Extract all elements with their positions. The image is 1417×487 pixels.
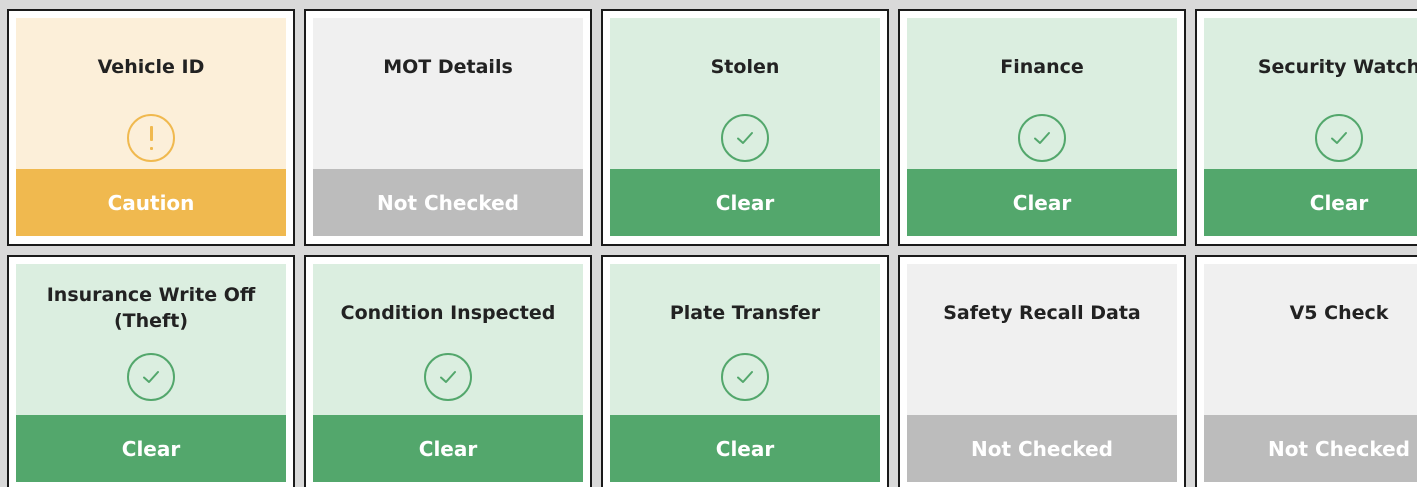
check-cell-insurance-write-off: Insurance Write Off (Theft) Clear (7, 255, 295, 487)
check-title: Vehicle ID (97, 56, 205, 78)
check-cell-mot-details: MOT Details Not Checked (304, 9, 592, 246)
status-badge: Not Checked (313, 169, 583, 236)
status-badge: Not Checked (907, 415, 1177, 482)
exclamation-icon (127, 114, 175, 162)
card-top: MOT Details (313, 18, 583, 169)
card-top: Security Watch (1204, 18, 1417, 169)
check-cell-condition-inspected: Condition Inspected Clear (304, 255, 592, 487)
check-card-mot-details[interactable]: MOT Details Not Checked (313, 18, 583, 236)
status-badge: Clear (610, 169, 880, 236)
status-badge: Clear (313, 415, 583, 482)
check-title: Safety Recall Data (943, 302, 1141, 324)
card-top: Vehicle ID (16, 18, 286, 169)
check-card-insurance-write-off[interactable]: Insurance Write Off (Theft) Clear (16, 264, 286, 482)
check-card-stolen[interactable]: Stolen Clear (610, 18, 880, 236)
check-cell-plate-transfer: Plate Transfer Clear (601, 255, 889, 487)
check-cell-safety-recall-data: Safety Recall Data Not Checked (898, 255, 1186, 487)
check-card-vehicle-id[interactable]: Vehicle ID Caution (16, 18, 286, 236)
status-badge: Clear (16, 415, 286, 482)
check-icon (1018, 114, 1066, 162)
check-icon (127, 353, 175, 401)
card-top: Safety Recall Data (907, 264, 1177, 415)
check-title: V5 Check (1289, 302, 1389, 324)
status-badge: Clear (907, 169, 1177, 236)
status-badge: Clear (1204, 169, 1417, 236)
vehicle-check-grid: Vehicle ID Caution MOT Details Not Check… (0, 0, 1417, 487)
check-card-security-watch[interactable]: Security Watch Clear (1204, 18, 1417, 236)
check-cell-v5-check: V5 Check Not Checked (1195, 255, 1417, 487)
status-badge: Clear (610, 415, 880, 482)
card-top: Stolen (610, 18, 880, 169)
check-card-finance[interactable]: Finance Clear (907, 18, 1177, 236)
card-top: V5 Check (1204, 264, 1417, 415)
check-cell-vehicle-id: Vehicle ID Caution (7, 9, 295, 246)
card-top: Condition Inspected (313, 264, 583, 415)
check-icon (721, 353, 769, 401)
check-card-safety-recall-data[interactable]: Safety Recall Data Not Checked (907, 264, 1177, 482)
check-card-v5-check[interactable]: V5 Check Not Checked (1204, 264, 1417, 482)
check-cell-finance: Finance Clear (898, 9, 1186, 246)
check-title: Insurance Write Off (Theft) (46, 284, 256, 332)
check-title: Finance (1000, 56, 1084, 78)
check-title: Condition Inspected (340, 302, 556, 324)
check-icon (1315, 114, 1363, 162)
check-cell-stolen: Stolen Clear (601, 9, 889, 246)
status-badge: Not Checked (1204, 415, 1417, 482)
check-cell-security-watch: Security Watch Clear (1195, 9, 1417, 246)
check-icon (721, 114, 769, 162)
card-top: Insurance Write Off (Theft) (16, 264, 286, 415)
check-title: Stolen (710, 56, 780, 78)
check-card-condition-inspected[interactable]: Condition Inspected Clear (313, 264, 583, 482)
card-top: Plate Transfer (610, 264, 880, 415)
check-title: Plate Transfer (669, 302, 821, 324)
check-icon (424, 353, 472, 401)
card-top: Finance (907, 18, 1177, 169)
check-title: MOT Details (383, 56, 513, 78)
status-badge: Caution (16, 169, 286, 236)
check-title: Security Watch (1257, 56, 1417, 78)
check-card-plate-transfer[interactable]: Plate Transfer Clear (610, 264, 880, 482)
